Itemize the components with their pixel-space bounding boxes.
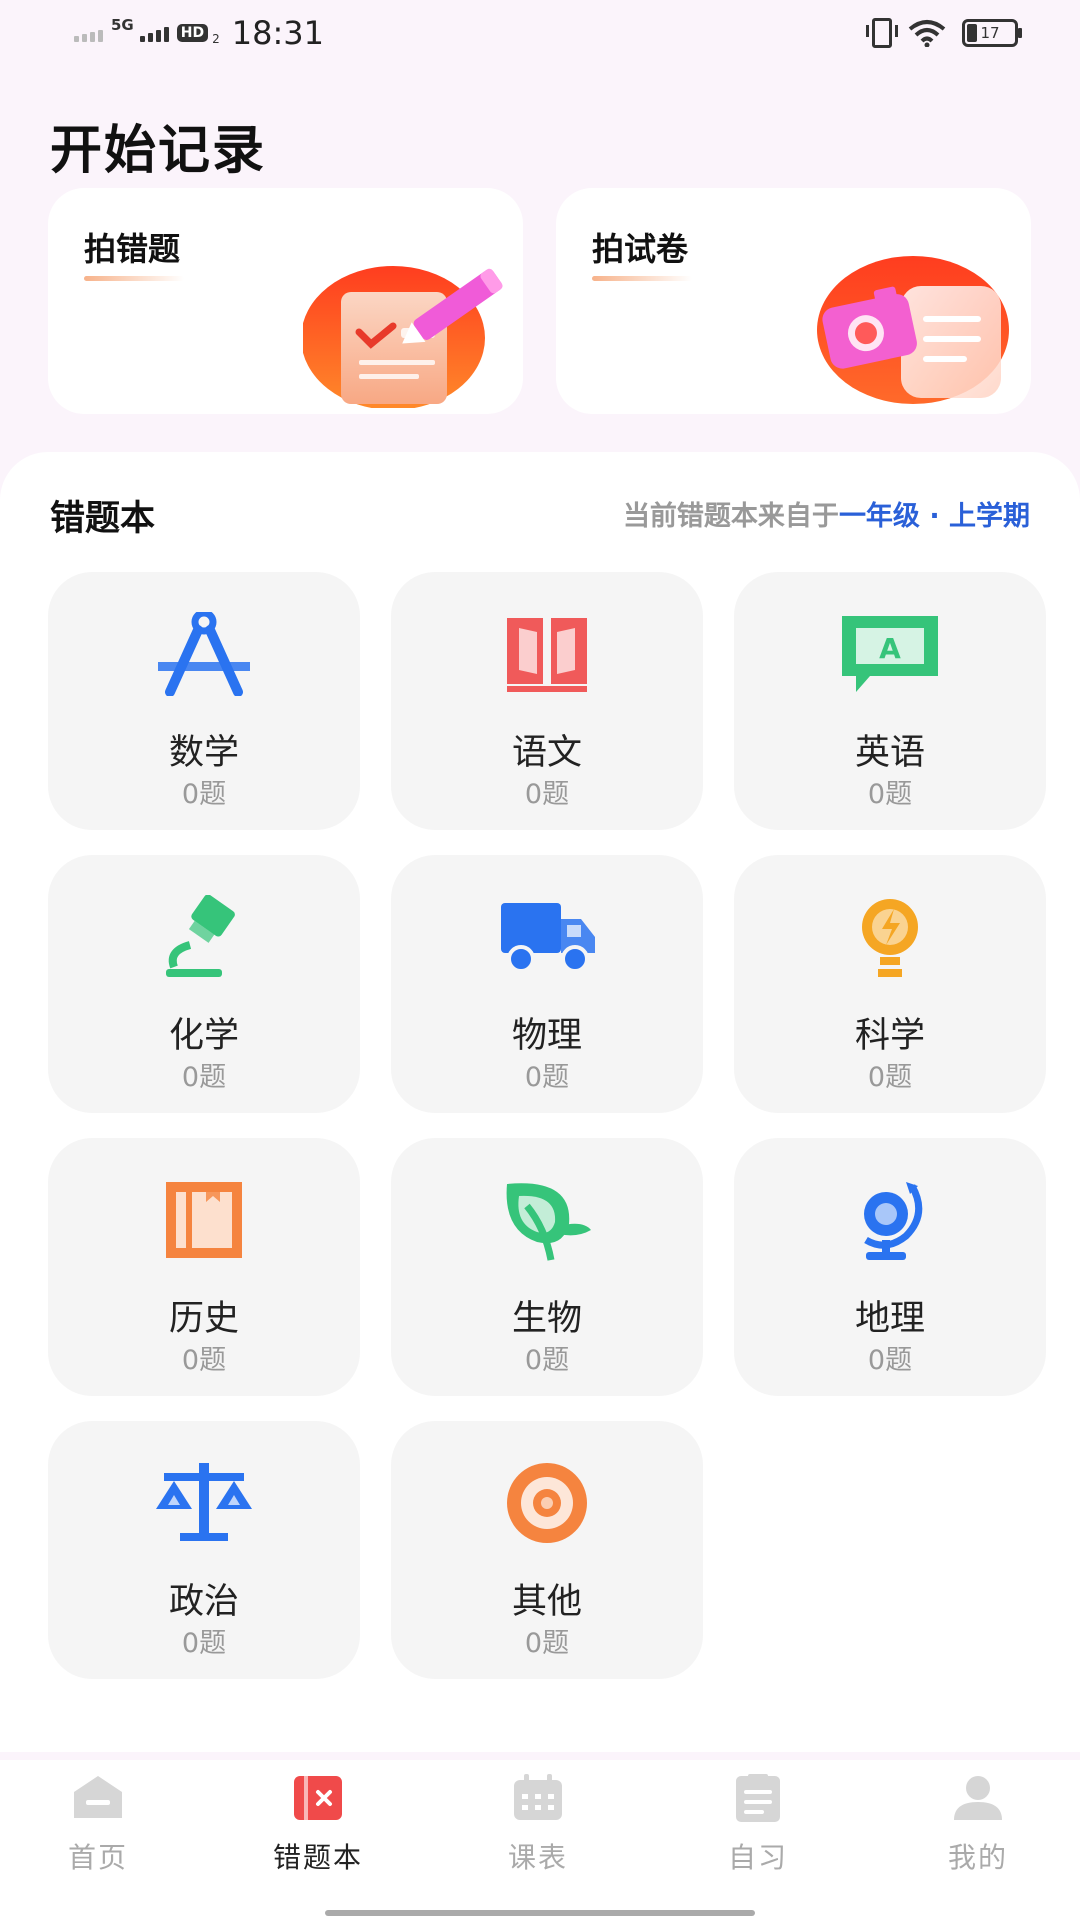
nav-mine-label: 我的	[947, 1841, 1008, 1874]
nav-mistake-book[interactable]: 错题本	[238, 1772, 398, 1892]
subject-card-science[interactable]: 科学 0题	[734, 855, 1046, 1113]
label-underline	[592, 276, 692, 281]
subject-name: 英语	[854, 733, 925, 773]
hd-sub: 2	[212, 32, 220, 46]
leaf-icon	[506, 1183, 591, 1261]
subject-count: 0题	[181, 1062, 227, 1093]
subject-card-geography[interactable]: 地理 0题	[734, 1138, 1046, 1396]
subject-count: 0题	[181, 779, 227, 810]
subject-card-physics[interactable]: 物理 0题	[391, 855, 703, 1113]
source-grade[interactable]: 一年级 · 上学期	[839, 501, 1030, 532]
bookmark-book-icon	[166, 1182, 242, 1258]
subject-card-other[interactable]: 其他 0题	[391, 1421, 703, 1679]
subject-count: 0题	[181, 1628, 227, 1659]
camera-paper-icon	[817, 256, 1009, 404]
hd-badge: HD	[176, 24, 209, 42]
vibrate-icon	[866, 18, 898, 48]
subject-card-english[interactable]: A 英语 0题	[734, 572, 1046, 830]
microscope-icon	[166, 895, 235, 977]
status-bar: 5G HD 2 18:31 17	[0, 0, 1080, 70]
calendar-icon	[514, 1774, 562, 1820]
subject-name: 物理	[511, 1016, 582, 1056]
scales-icon	[156, 1463, 252, 1541]
mistake-book-icon	[294, 1776, 342, 1820]
subject-count: 0题	[181, 1345, 227, 1376]
subject-name: 历史	[168, 1299, 239, 1339]
subject-name: 地理	[854, 1299, 925, 1339]
subject-name: 语文	[511, 733, 582, 773]
network-label: 5G	[111, 16, 134, 34]
clock: 18:31	[231, 14, 324, 52]
clipboard-icon	[736, 1774, 780, 1822]
photo-paper-label: 拍试卷	[592, 230, 689, 268]
subject-name: 化学	[168, 1016, 239, 1056]
photo-mistake-label: 拍错题	[84, 230, 181, 268]
subject-count: 0题	[524, 1062, 570, 1093]
wifi-icon	[908, 20, 946, 47]
page-title: 开始记录	[50, 121, 267, 181]
subject-card-history[interactable]: 历史 0题	[48, 1138, 360, 1396]
section-title: 错题本	[50, 499, 156, 539]
speech-board-icon: A	[842, 616, 938, 692]
book-icon	[507, 618, 587, 692]
bottom-nav: 首页 错题本 课表 自习 我的	[0, 1760, 1080, 1920]
target-icon	[507, 1463, 587, 1543]
home-icon	[74, 1776, 122, 1818]
subject-count: 0题	[524, 1345, 570, 1376]
nav-mistake-book-label: 错题本	[272, 1841, 363, 1874]
subject-name: 政治	[168, 1582, 239, 1622]
user-icon	[954, 1776, 1002, 1820]
photo-paper-card[interactable]: 拍试卷	[556, 188, 1031, 414]
signal-1-icon	[74, 24, 103, 42]
subject-count: 0题	[867, 1062, 913, 1093]
subject-count: 0题	[524, 1628, 570, 1659]
bulb-icon	[862, 899, 918, 977]
svg-text:A: A	[879, 632, 901, 665]
grade-source[interactable]: 当前错题本来自于一年级 · 上学期	[623, 494, 1030, 533]
subject-card-biology[interactable]: 生物 0题	[391, 1138, 703, 1396]
nav-home[interactable]: 首页	[18, 1772, 178, 1892]
subject-count: 0题	[867, 779, 913, 810]
nav-self-study[interactable]: 自习	[678, 1772, 838, 1892]
truck-icon	[501, 903, 595, 973]
clipboard-check-pencil-icon	[303, 266, 503, 408]
photo-mistake-card[interactable]: 拍错题	[48, 188, 523, 414]
nav-schedule-label: 课表	[507, 1841, 568, 1874]
subject-card-politics[interactable]: 政治 0题	[48, 1421, 360, 1679]
subject-name: 数学	[168, 733, 239, 773]
label-underline	[84, 276, 184, 281]
nav-home-label: 首页	[67, 1841, 128, 1874]
subject-card-chinese[interactable]: 语文 0题	[391, 572, 703, 830]
source-prefix: 当前错题本来自于	[622, 501, 839, 532]
subject-card-math[interactable]: 数学 0题	[48, 572, 360, 830]
subject-count: 0题	[524, 779, 570, 810]
nav-schedule[interactable]: 课表	[458, 1772, 618, 1892]
signal-2-icon	[139, 24, 169, 42]
subject-name: 生物	[511, 1299, 582, 1339]
globe-icon	[864, 1182, 923, 1260]
subject-name: 科学	[854, 1016, 925, 1056]
nav-self-study-label: 自习	[727, 1841, 788, 1874]
subject-count: 0题	[867, 1345, 913, 1376]
battery-level: 17	[980, 24, 1000, 42]
home-indicator[interactable]	[325, 1910, 755, 1916]
compass-icon	[158, 612, 250, 696]
subject-card-chemistry[interactable]: 化学 0题	[48, 855, 360, 1113]
nav-mine[interactable]: 我的	[898, 1772, 1058, 1892]
battery-icon: 17	[962, 19, 1022, 47]
subject-name: 其他	[511, 1582, 582, 1622]
